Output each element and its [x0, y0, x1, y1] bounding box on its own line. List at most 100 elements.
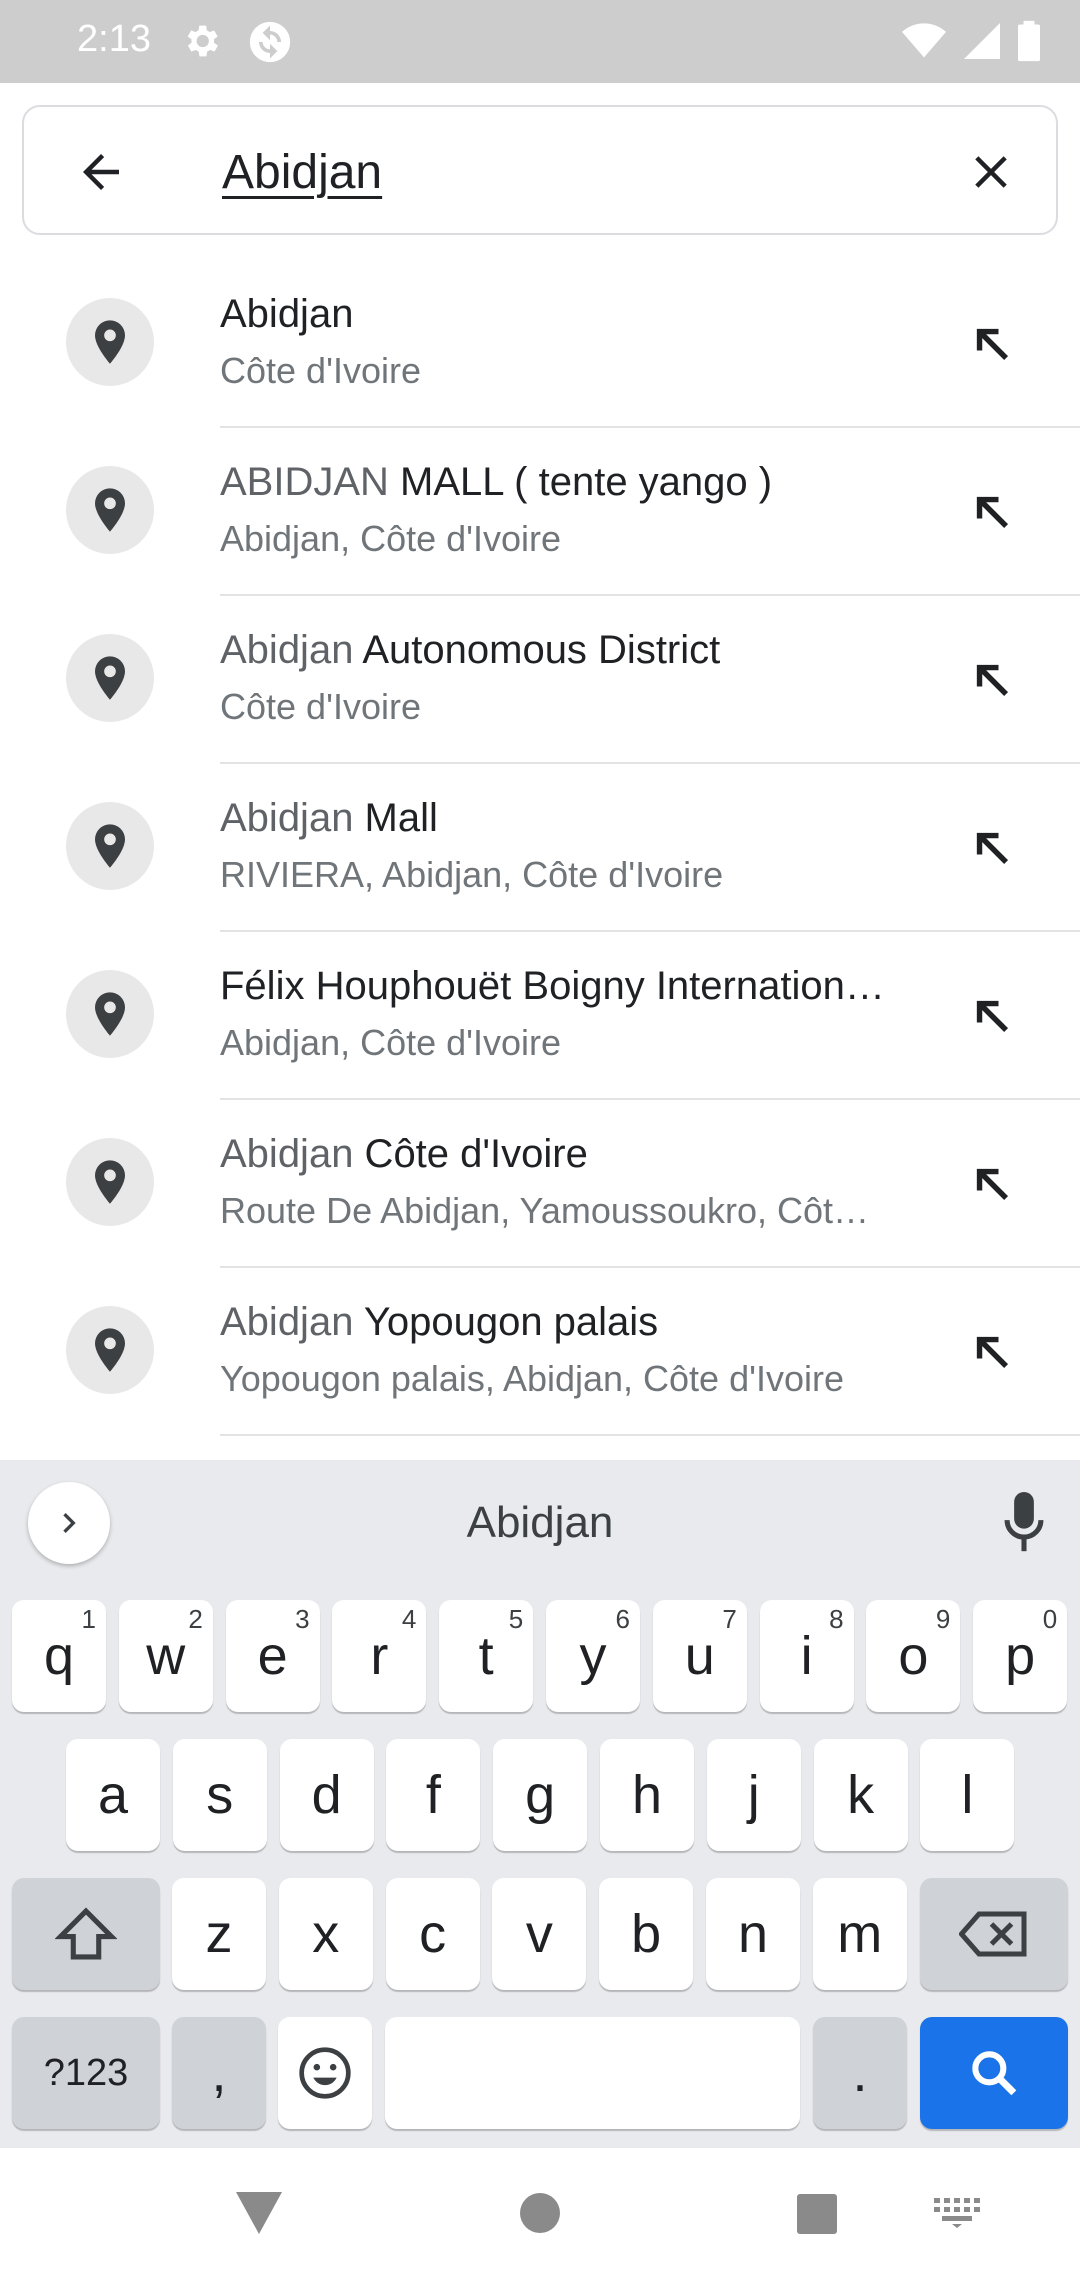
shift-key[interactable] — [12, 1878, 160, 1990]
key-label: . — [852, 2043, 868, 2103]
suggestion-word[interactable]: Abidjan — [340, 1498, 740, 1548]
result-title-match: ABIDJAN — [220, 460, 389, 504]
key-label: f — [425, 1765, 441, 1825]
fill-query-arrow-icon[interactable] — [966, 822, 1018, 874]
key-label: u — [684, 1626, 715, 1686]
key-p[interactable]: p0 — [973, 1600, 1068, 1712]
close-icon[interactable] — [964, 145, 1018, 199]
key-y[interactable]: y6 — [546, 1600, 640, 1712]
result-row[interactable]: Félix Houphouët Boigny Internation… Abidj… — [0, 932, 1080, 1100]
result-row[interactable]: Abidjan Autonomous District Côte d'Ivoire — [0, 596, 1080, 764]
key-label: n — [737, 1904, 769, 1964]
key-label: k — [847, 1765, 875, 1825]
result-title: Abidjan Côte d'Ivoire — [220, 1132, 920, 1177]
key-b[interactable]: b — [599, 1878, 694, 1990]
microphone-icon[interactable] — [1002, 1492, 1046, 1554]
key-q[interactable]: q1 — [12, 1600, 106, 1712]
key-x[interactable]: x — [278, 1878, 373, 1990]
key-h[interactable]: h — [600, 1739, 694, 1851]
key-v[interactable]: v — [492, 1878, 587, 1990]
status-left-icons — [180, 20, 292, 64]
result-title-rest: Yopougon palais — [353, 1300, 659, 1344]
keyboard-switch-icon[interactable] — [934, 2198, 980, 2228]
key-k[interactable]: k — [813, 1739, 908, 1851]
space-key[interactable] — [385, 2017, 800, 2129]
key-f[interactable]: f — [386, 1739, 481, 1851]
soft-keyboard: Abidjan q1w2e3r4t5y6u7i8o9p0asdfghjklzxc… — [0, 1460, 1080, 2148]
navigation-bar — [0, 2148, 1080, 2280]
arrow-left-icon[interactable] — [74, 145, 128, 199]
location-pin-icon — [95, 488, 125, 532]
key-z[interactable]: z — [172, 1878, 266, 1990]
result-title-match: Abidjan — [220, 796, 354, 840]
result-title-rest: Félix Houphouët Boigny Internation… — [220, 964, 885, 1008]
key-n[interactable]: n — [706, 1878, 800, 1990]
key-hint: 6 — [615, 1604, 630, 1634]
key-s[interactable]: s — [172, 1739, 267, 1851]
backspace-key[interactable] — [920, 1878, 1068, 1990]
key-w[interactable]: w2 — [118, 1600, 213, 1712]
fill-query-arrow-icon[interactable] — [966, 1326, 1018, 1378]
fill-query-arrow-icon[interactable] — [966, 654, 1018, 706]
key-hint: 9 — [935, 1604, 951, 1634]
back-triangle-icon[interactable] — [236, 2192, 282, 2234]
result-subtitle: Abidjan, Côte d'Ivoire — [220, 518, 562, 559]
search-action-key[interactable] — [920, 2017, 1068, 2129]
period-key[interactable]: . — [813, 2017, 907, 2129]
key-o[interactable]: o9 — [866, 1600, 961, 1712]
key-e[interactable]: e3 — [225, 1600, 320, 1712]
key-l[interactable]: l — [920, 1739, 1015, 1851]
result-row[interactable]: Abidjan Côte d'Ivoire Route De Abidjan, Y… — [0, 1100, 1080, 1268]
status-right-icons — [902, 20, 1040, 62]
key-hint: 3 — [295, 1604, 310, 1634]
key-label: c — [419, 1904, 447, 1964]
result-title-match: Abidjan — [220, 1300, 354, 1344]
fill-query-arrow-icon[interactable] — [966, 1158, 1018, 1210]
search-input[interactable]: Abidjan — [222, 135, 942, 209]
fill-query-arrow-icon[interactable] — [966, 990, 1018, 1042]
key-a[interactable]: a — [66, 1739, 160, 1851]
key-label: s — [206, 1765, 234, 1825]
key-r[interactable]: r4 — [332, 1600, 427, 1712]
symbols-key[interactable]: ?123 — [12, 2017, 160, 2129]
results-list: Abidjan Côte d'Ivoire ABIDJAN MALL ( tente… — [0, 260, 1080, 1436]
comma-key[interactable]: , — [172, 2017, 266, 2129]
key-c[interactable]: c — [385, 1878, 480, 1990]
result-title-rest: MALL ( tente yango ) — [388, 460, 773, 504]
result-row[interactable]: Abidjan Mall RIVIERA, Abidjan, Côte d'Ivo… — [0, 764, 1080, 932]
key-u[interactable]: u7 — [652, 1600, 747, 1712]
place-icon-circle — [66, 634, 154, 722]
expand-toolbar-button[interactable] — [28, 1482, 110, 1564]
key-i[interactable]: i8 — [759, 1600, 854, 1712]
result-row[interactable]: ABIDJAN MALL ( tente yango ) Abidjan, Côt… — [0, 428, 1080, 596]
key-hint: 0 — [1042, 1604, 1058, 1634]
key-hint: 7 — [722, 1604, 737, 1634]
row-divider — [220, 1434, 1080, 1436]
key-label: p — [1005, 1626, 1036, 1686]
signal-icon — [964, 23, 1000, 59]
result-row[interactable]: Abidjan Yopougon palais Yopougon palais, … — [0, 1268, 1080, 1436]
key-label: b — [631, 1904, 662, 1964]
key-label: y — [579, 1626, 607, 1686]
fill-query-arrow-icon[interactable] — [966, 318, 1018, 370]
recents-square-icon[interactable] — [797, 2194, 837, 2234]
status-bar: 2:13 — [0, 0, 1080, 83]
key-hint: 4 — [401, 1604, 417, 1634]
key-m[interactable]: m — [812, 1878, 907, 1990]
wifi-icon — [902, 23, 946, 58]
result-title-rest: Mall — [353, 796, 438, 840]
key-g[interactable]: g — [493, 1739, 588, 1851]
result-row[interactable]: Abidjan Côte d'Ivoire — [0, 260, 1080, 428]
emoji-key[interactable] — [278, 2017, 372, 2129]
fill-query-arrow-icon[interactable] — [966, 486, 1018, 538]
key-label: x — [312, 1904, 340, 1964]
key-label: o — [898, 1626, 929, 1686]
home-circle-icon[interactable] — [519, 2192, 561, 2234]
key-d[interactable]: d — [279, 1739, 374, 1851]
emoji-icon — [299, 2047, 351, 2099]
result-subtitle: Yopougon palais, Abidjan, Côte d'Ivoire — [220, 1358, 845, 1399]
key-j[interactable]: j — [706, 1739, 801, 1851]
key-t[interactable]: t5 — [439, 1600, 534, 1712]
search-box: Abidjan — [22, 105, 1058, 235]
location-pin-icon — [95, 320, 125, 364]
